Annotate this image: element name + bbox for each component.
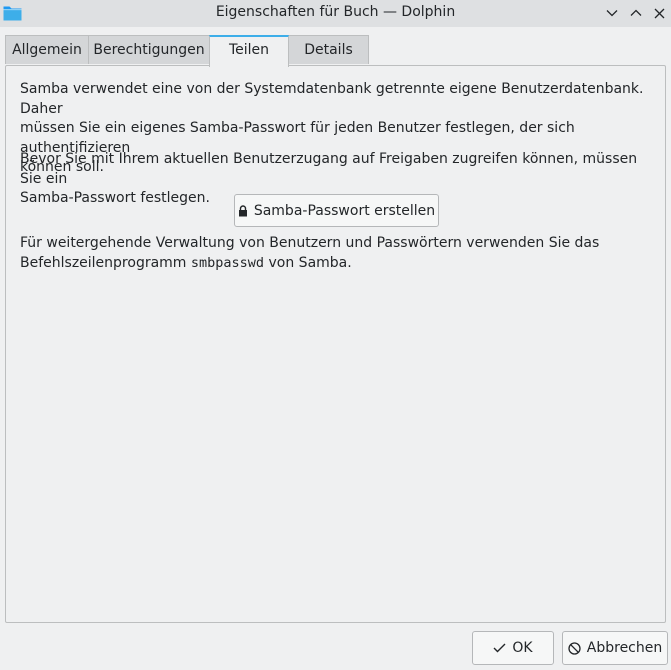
cancel-button[interactable]: Abbrechen (562, 631, 668, 665)
create-samba-password-label: Samba-Passwort erstellen (253, 202, 436, 219)
smbpasswd-hint-prefix: Befehlszeilenprogramm (20, 254, 191, 271)
sharing-panel: Samba verwendet eine von der Systemdaten… (5, 65, 666, 623)
tab-berechtigungen[interactable]: Berechtigungen (88, 35, 210, 64)
smbpasswd-hint-line-1: Für weitergehende Verwaltung von Benutze… (20, 235, 600, 251)
maximize-button[interactable] (625, 2, 647, 24)
cancel-icon (568, 641, 581, 655)
properties-dialog: Eigenschaften für Buch — Dolphin Allgeme… (0, 0, 671, 670)
ok-label: OK (512, 640, 533, 656)
maximize-icon (630, 9, 642, 17)
minimize-button[interactable] (601, 2, 623, 24)
password-required-line-1: Bevor Sie mit Ihrem aktuellen Benutzerzu… (20, 151, 638, 187)
samba-info-line-1: Samba verwendet eine von der Systemdaten… (20, 81, 644, 117)
cancel-label: Abbrechen (586, 640, 663, 656)
lock-icon (238, 204, 248, 217)
tab-details[interactable]: Details (288, 35, 369, 64)
title-bar[interactable]: Eigenschaften für Buch — Dolphin (0, 0, 671, 27)
smbpasswd-hint-text: Für weitergehende Verwaltung von Benutze… (20, 234, 650, 273)
close-icon (654, 8, 665, 19)
window-title: Eigenschaften für Buch — Dolphin (215, 4, 456, 20)
smbpasswd-command: smbpasswd (190, 254, 265, 271)
tab-teilen[interactable]: Teilen (209, 35, 289, 67)
smbpasswd-hint-suffix: von Samba. (264, 254, 352, 271)
password-required-line-2: Samba-Passwort festlegen. (20, 190, 210, 206)
close-button[interactable] (648, 2, 670, 24)
checkmark-icon (493, 643, 506, 653)
minimize-icon (606, 9, 618, 17)
ok-button[interactable]: OK (472, 631, 554, 665)
tab-allgemein[interactable]: Allgemein (5, 35, 89, 64)
create-samba-password-button[interactable]: Samba-Passwort erstellen (234, 194, 439, 227)
